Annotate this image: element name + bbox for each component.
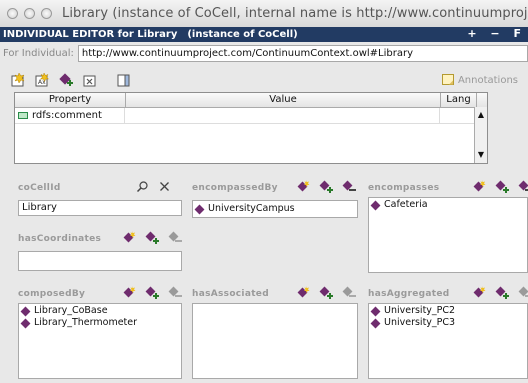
list-item[interactable]: Library_CoBase — [19, 305, 181, 317]
panel-title: coCellId — [18, 183, 61, 193]
property-name: rdfs:comment — [32, 110, 102, 121]
column-header-value[interactable]: Value — [126, 93, 441, 107]
view-toggle-button[interactable] — [116, 72, 132, 88]
instance-icon — [370, 306, 381, 316]
window-controls — [7, 8, 52, 19]
panel-hascoordinates: hasCoordinates — [18, 231, 182, 272]
instance-icon — [194, 204, 205, 214]
create-instance-icon[interactable] — [296, 286, 310, 300]
remove-instance-icon[interactable] — [168, 231, 182, 245]
create-instance-icon[interactable] — [122, 286, 136, 300]
create-instance-icon[interactable] — [472, 180, 486, 194]
scroll-up-arrow-icon[interactable]: ▲ — [475, 109, 487, 121]
create-property-icon — [11, 72, 25, 87]
hasaggregated-list[interactable]: University_PC2 University_PC3 — [368, 303, 528, 379]
instance-label: (instance of CoCell) — [187, 29, 298, 40]
add-instance-icon[interactable] — [319, 286, 333, 300]
instance-icon — [20, 318, 31, 328]
cocellid-value: Library — [22, 202, 57, 213]
add-value-button[interactable] — [58, 72, 74, 88]
column-header-lang[interactable]: Lang — [441, 93, 477, 107]
add-property-icon: Ax — [35, 72, 50, 87]
individual-iri-field[interactable]: http://www.continuumproject.com/Continuu… — [77, 45, 528, 62]
composedby-list[interactable]: Library_CoBase Library_Thermometer — [18, 303, 182, 379]
list-item[interactable]: University_PC3 — [369, 317, 527, 329]
annotations-label: Annotations — [457, 74, 518, 86]
panel-title: hasAggregated — [368, 289, 450, 299]
individual-row: For Individual: http://www.continuumproj… — [0, 44, 528, 63]
panel-title: composedBy — [18, 289, 86, 299]
create-property-button[interactable] — [10, 72, 26, 88]
remove-instance-icon[interactable] — [168, 286, 182, 300]
list-item[interactable]: UniversityCampus — [193, 203, 357, 215]
add-property-button[interactable]: Ax — [34, 72, 50, 88]
panel-title: hasCoordinates — [18, 234, 102, 244]
editor-label: INDIVIDUAL EDITOR for Library — [3, 29, 178, 40]
panel-encompassedby: encompassedBy UniversityCampus — [192, 180, 358, 219]
search-icon[interactable] — [136, 180, 149, 193]
encompassedby-list[interactable]: UniversityCampus — [192, 200, 358, 218]
close-window-button[interactable] — [7, 8, 18, 19]
property-toolbar: Ax — [10, 71, 132, 89]
create-instance-icon[interactable] — [472, 286, 486, 300]
remove-instance-icon[interactable] — [342, 286, 356, 300]
panel-title: encompasses — [368, 183, 440, 193]
panel-cocellid: coCellId Library — [18, 180, 182, 216]
create-instance-icon[interactable] — [296, 180, 310, 194]
panel-composedby: composedBy Library_CoBase Library_Thermo… — [18, 286, 182, 383]
lang-cell[interactable] — [440, 108, 476, 123]
instance-icon — [20, 306, 31, 316]
table-row[interactable]: rdfs:comment — [15, 108, 487, 124]
panel-hasassociated: hasAssociated — [192, 286, 358, 383]
panel-encompasses: encompasses Cafeteria — [368, 180, 528, 273]
add-value-icon — [59, 73, 73, 86]
remove-instance-icon[interactable] — [518, 180, 528, 194]
property-cell[interactable]: rdfs:comment — [15, 108, 125, 123]
table-scrollbar[interactable]: ▲ ▼ — [474, 107, 487, 163]
add-instance-icon[interactable] — [495, 286, 509, 300]
add-instance-icon[interactable] — [319, 180, 333, 194]
panel-title: hasAssociated — [192, 289, 269, 299]
annotation-property-icon — [18, 112, 28, 119]
add-instance-icon[interactable] — [145, 231, 159, 245]
create-instance-icon[interactable] — [122, 231, 136, 245]
encompasses-list[interactable]: Cafeteria — [368, 197, 528, 273]
editor-header: INDIVIDUAL EDITOR for Library (instance … — [0, 27, 528, 42]
column-header-property[interactable]: Property — [15, 93, 126, 107]
hascoordinates-field[interactable] — [18, 251, 182, 271]
delete-property-icon — [83, 75, 96, 87]
window-title: Library (instance of CoCell, internal na… — [62, 6, 528, 21]
list-item[interactable]: Cafeteria — [369, 199, 527, 211]
cocellid-field[interactable]: Library — [18, 200, 182, 216]
add-instance-icon[interactable] — [145, 286, 159, 300]
remove-instance-icon[interactable] — [518, 286, 528, 300]
property-table-header: Property Value Lang — [15, 93, 487, 108]
annotations-icon — [441, 74, 454, 85]
window-titlebar: Library (instance of CoCell, internal na… — [0, 0, 528, 28]
annotations-toggle[interactable]: Annotations — [441, 74, 518, 86]
add-instance-icon[interactable] — [495, 180, 509, 194]
instance-icon — [370, 318, 381, 328]
panel-title: encompassedBy — [192, 183, 278, 193]
list-item[interactable]: University_PC2 — [369, 305, 527, 317]
hasassociated-list[interactable] — [192, 303, 358, 379]
individual-label: For Individual: — [3, 48, 74, 59]
value-cell[interactable] — [125, 108, 440, 123]
minimize-window-button[interactable] — [24, 8, 35, 19]
remove-instance-icon[interactable] — [342, 180, 356, 194]
zoom-window-button[interactable] — [41, 8, 52, 19]
clear-icon[interactable] — [158, 180, 171, 193]
instance-icon — [370, 200, 381, 210]
property-table: Property Value Lang rdfs:comment ▲ ▼ — [14, 92, 488, 164]
list-item[interactable]: Library_Thermometer — [19, 317, 181, 329]
header-controls[interactable]: + − F — [467, 27, 526, 40]
delete-property-button[interactable] — [82, 72, 98, 88]
scroll-down-arrow-icon[interactable]: ▼ — [475, 149, 487, 161]
panel-view-icon — [117, 74, 130, 87]
panel-hasaggregated: hasAggregated University_PC2 University_… — [368, 286, 528, 383]
